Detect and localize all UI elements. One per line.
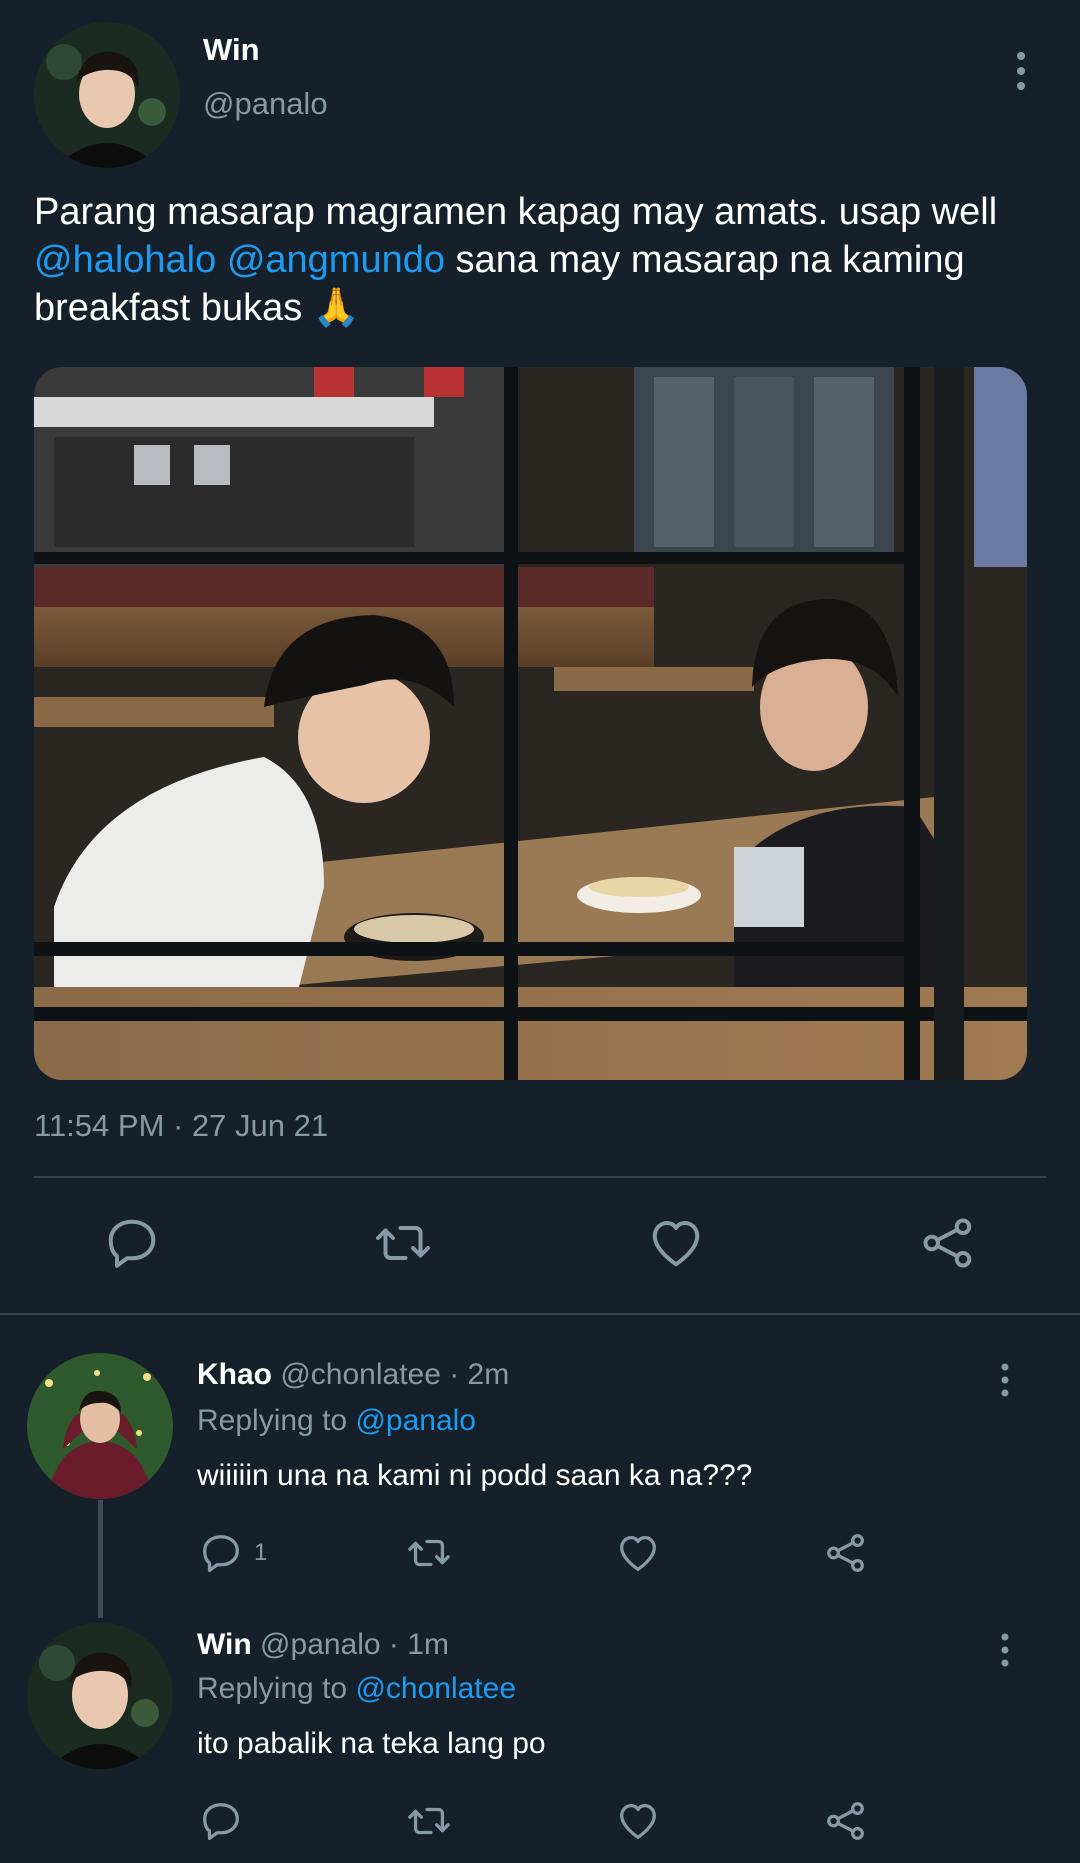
- pray-emoji: 🙏: [312, 287, 361, 329]
- author-avatar[interactable]: [34, 22, 180, 168]
- retweet-icon[interactable]: [406, 1798, 452, 1844]
- reply-header: Khao @chonlatee · 2m: [197, 1358, 509, 1392]
- share-icon[interactable]: [918, 1213, 978, 1273]
- retweet-icon[interactable]: [406, 1530, 452, 1576]
- section-divider: [0, 1313, 1080, 1315]
- divider: [34, 1176, 1046, 1178]
- mention-link[interactable]: @halohalo: [34, 239, 216, 281]
- like-icon[interactable]: [646, 1213, 706, 1273]
- author-name[interactable]: Win: [203, 32, 260, 68]
- like-icon[interactable]: [615, 1530, 661, 1576]
- reply-icon[interactable]: [102, 1213, 162, 1273]
- reply-author-name[interactable]: Win: [197, 1628, 252, 1661]
- replying-to-link[interactable]: @panalo: [355, 1404, 476, 1437]
- retweet-icon[interactable]: [373, 1213, 433, 1273]
- more-icon[interactable]: [996, 1632, 1014, 1668]
- replying-to: Replying to @chonlatee: [197, 1672, 516, 1706]
- reply-handle-time: @chonlatee · 2m: [272, 1358, 510, 1391]
- mention-link[interactable]: @angmundo: [227, 239, 445, 281]
- share-icon[interactable]: [823, 1798, 869, 1844]
- tweet-timestamp[interactable]: 11:54 PM · 27 Jun 21: [34, 1108, 328, 1144]
- tweet-text-space: [216, 239, 227, 281]
- more-icon[interactable]: [996, 1362, 1014, 1398]
- tweet-photo[interactable]: [34, 367, 1027, 1080]
- reply-text: ito pabalik na teka lang po: [197, 1727, 546, 1760]
- replying-to-label: Replying to: [197, 1404, 356, 1437]
- reply-avatar[interactable]: [27, 1623, 173, 1769]
- reply-text: wiiiiin una na kami ni podd saan ka na??…: [197, 1459, 753, 1492]
- more-icon[interactable]: [1008, 50, 1034, 92]
- like-icon[interactable]: [615, 1798, 661, 1844]
- reply-count: 1: [254, 1539, 268, 1566]
- reply-icon[interactable]: [198, 1798, 244, 1844]
- tweet-text: Parang masarap magramen kapag may amats.…: [34, 188, 1044, 332]
- reply-icon[interactable]: [198, 1530, 244, 1576]
- author-handle[interactable]: @panalo: [203, 86, 328, 122]
- share-icon[interactable]: [823, 1530, 869, 1576]
- reply-header: Win @panalo · 1m: [197, 1628, 449, 1662]
- reply-handle-time: @panalo · 1m: [251, 1628, 449, 1661]
- thread-line: [98, 1500, 103, 1618]
- reply-avatar[interactable]: [27, 1353, 173, 1499]
- replying-to-label: Replying to: [197, 1672, 356, 1705]
- reply-author-name[interactable]: Khao: [197, 1358, 272, 1391]
- replying-to: Replying to @panalo: [197, 1404, 476, 1438]
- tweet-text-part: Parang masarap magramen kapag may amats.…: [34, 191, 998, 233]
- replying-to-link[interactable]: @chonlatee: [355, 1672, 516, 1705]
